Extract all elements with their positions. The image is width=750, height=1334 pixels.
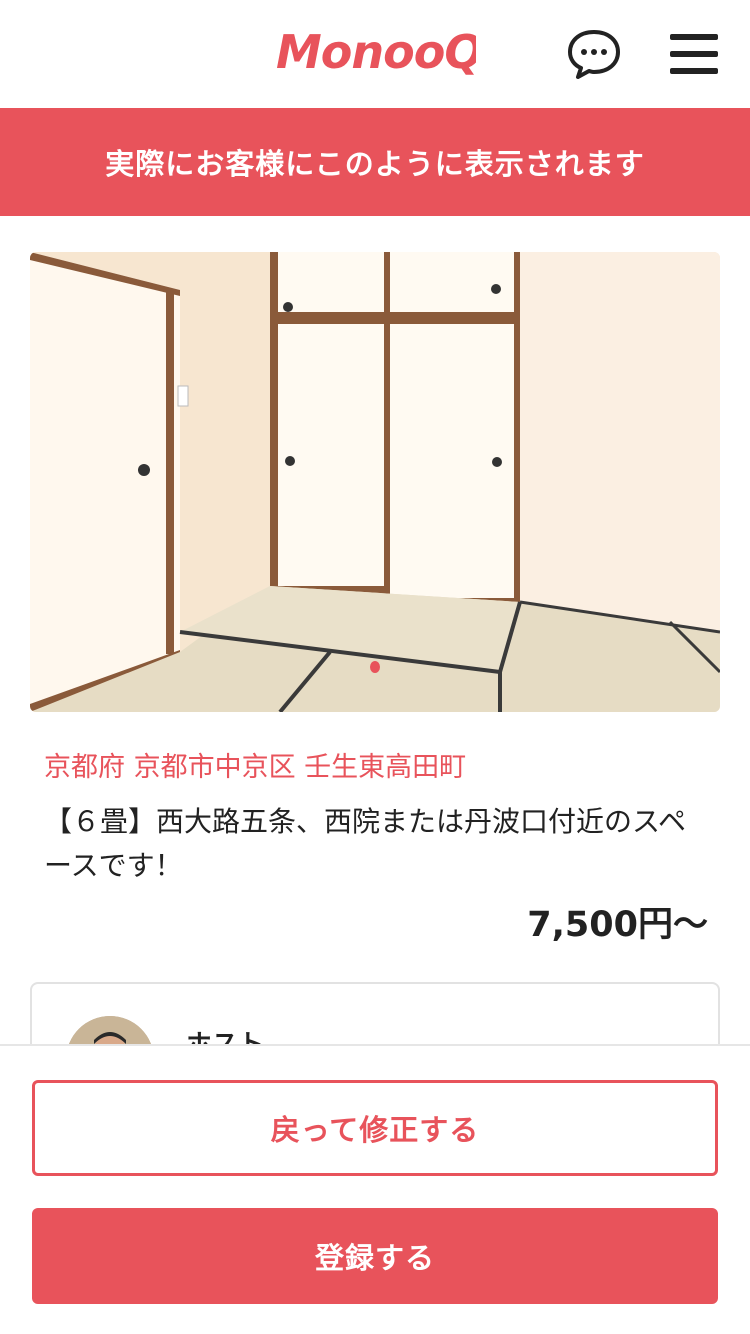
carousel-indicator-dot [370,661,380,673]
svg-text:MonooQ: MonooQ [276,25,476,79]
preview-notice-banner: 実際にお客様にこのように表示されます [0,108,750,216]
bottom-action-bar: 戻って修正する 登録する [0,1044,750,1334]
listing-title: 【６畳】西大路五条、西院または丹波口付近のスペースです！ [44,805,687,882]
menu-button[interactable] [668,32,720,76]
back-and-edit-button[interactable]: 戻って修正する [32,1080,718,1176]
back-and-edit-label: 戻って修正する [270,1113,480,1147]
chat-bubble-icon [568,30,620,79]
preview-notice-text: 実際にお客様にこのように表示されます [105,147,645,181]
register-label: 登録する [314,1241,435,1275]
hamburger-menu-icon [670,34,718,74]
chat-button[interactable] [566,28,622,80]
listing-photo[interactable] [30,252,720,712]
listing-location: 京都府 京都市中京区 壬生東高田町 [44,752,467,783]
listing-price: 7,500円〜 [527,905,708,945]
app-header: MonooQ [0,0,750,108]
register-button[interactable]: 登録する [32,1208,718,1304]
tatami-room-image [30,252,720,712]
monooq-logo[interactable]: MonooQ [272,22,476,80]
